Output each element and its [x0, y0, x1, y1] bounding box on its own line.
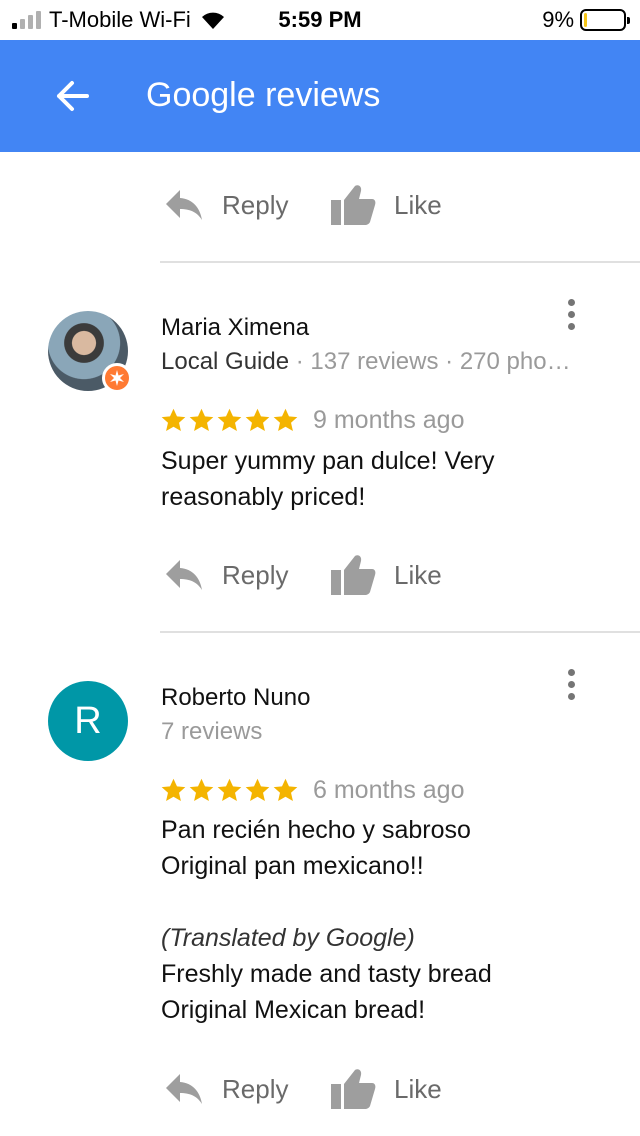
avatar[interactable]: R — [48, 681, 128, 761]
like-button[interactable]: Like — [330, 550, 442, 600]
status-right: 9% — [542, 7, 630, 32]
rating-row: 6 months ago — [160, 772, 465, 808]
star-icon — [161, 408, 186, 431]
reply-label: Reply — [222, 189, 289, 220]
more-options-button[interactable] — [556, 664, 586, 704]
divider — [160, 631, 640, 633]
reviewer-meta: Local Guide · 137 reviews · 270 pho… — [161, 348, 601, 376]
star-icon — [189, 408, 214, 431]
thumbs-up-icon — [331, 1069, 376, 1109]
review-actions: Reply Like — [160, 1064, 580, 1114]
star-rating — [160, 777, 299, 804]
arrow-left-icon — [57, 81, 89, 111]
star-rating — [160, 407, 299, 434]
like-label: Like — [394, 189, 442, 220]
reply-label: Reply — [222, 1073, 289, 1104]
review-translation: Freshly made and tasty bread Original Me… — [161, 960, 492, 1024]
review-time: 6 months ago — [313, 775, 465, 804]
page-title: Google reviews — [146, 76, 381, 114]
reply-icon — [166, 560, 202, 590]
star-icon — [217, 408, 242, 431]
star-icon — [245, 408, 270, 431]
like-button[interactable]: Like — [330, 1064, 442, 1114]
thumbs-up-icon — [331, 185, 376, 225]
back-button[interactable] — [44, 70, 100, 122]
divider — [160, 261, 640, 263]
star-icon — [189, 778, 214, 801]
battery-percent: 9% — [542, 7, 574, 32]
review-time: 9 months ago — [313, 405, 465, 434]
avatar-letter: R — [74, 699, 102, 742]
battery-fill — [584, 13, 587, 27]
reply-button[interactable]: Reply — [164, 1064, 288, 1114]
star-icon — [161, 778, 186, 801]
app-bar: Google reviews — [0, 40, 640, 152]
reviewer-name[interactable]: Maria Ximena — [161, 314, 309, 342]
reply-button[interactable]: Reply — [164, 180, 288, 230]
more-options-button[interactable] — [556, 294, 586, 334]
review-text: Pan recién hecho y sabroso Original pan … — [161, 816, 471, 880]
like-button[interactable]: Like — [330, 180, 442, 230]
reply-button[interactable]: Reply — [164, 550, 288, 600]
like-label: Like — [394, 1073, 442, 1104]
avatar[interactable] — [48, 311, 132, 393]
reply-icon — [166, 1074, 202, 1104]
reviewer-meta: 7 reviews — [161, 718, 263, 745]
review-actions: Reply Like — [160, 550, 580, 600]
thumbs-up-icon — [331, 555, 376, 595]
reply-icon — [166, 190, 202, 220]
star-icon — [217, 778, 242, 801]
star-icon — [273, 778, 298, 801]
battery-icon — [580, 9, 630, 31]
star-icon — [273, 408, 298, 431]
local-guide-badge-icon — [102, 363, 132, 393]
reviewer-stats: · 137 reviews · 270 pho… — [289, 348, 571, 375]
like-label: Like — [394, 559, 442, 590]
rating-row: 9 months ago — [160, 402, 465, 438]
status-bar: T-Mobile Wi-Fi 5:59 PM 9% — [0, 0, 640, 40]
reviewer-name[interactable]: Roberto Nuno — [161, 684, 310, 712]
review-actions-previous: Reply Like — [160, 180, 580, 230]
local-guide-label: Local Guide — [161, 348, 290, 375]
reply-label: Reply — [222, 559, 289, 590]
review-text: Super yummy pan dulce! Very reasonably p… — [161, 447, 495, 511]
star-icon — [245, 778, 270, 801]
translated-by-note: (Translated by Google) — [161, 924, 415, 952]
